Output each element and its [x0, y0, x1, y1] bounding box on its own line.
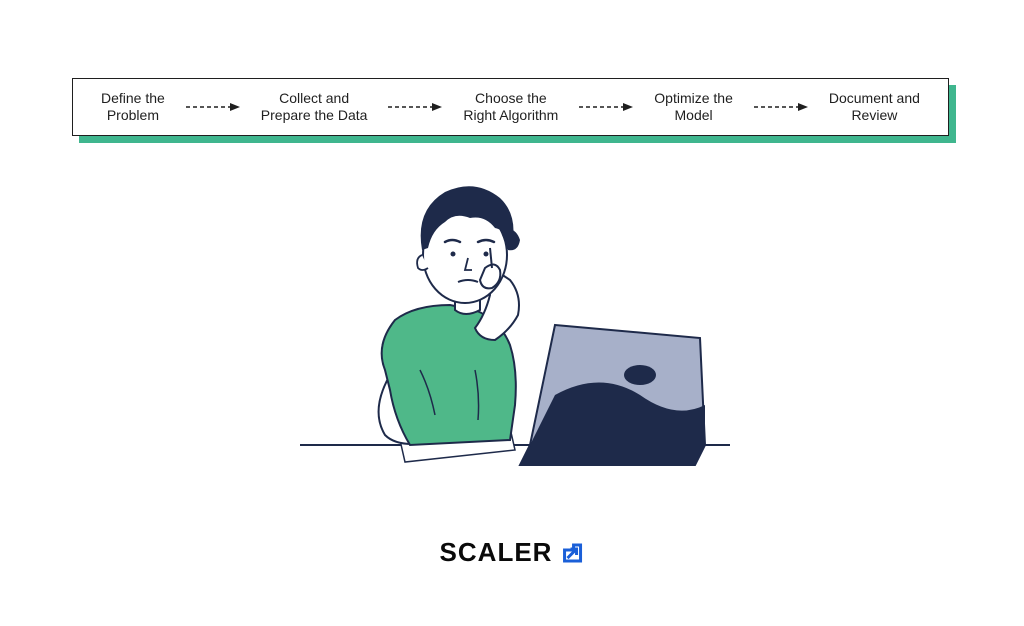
- arrow-icon: [754, 102, 808, 112]
- brand-name: SCALER: [440, 537, 553, 568]
- process-flow: Define the Problem Collect and Prepare t…: [72, 78, 952, 136]
- arrow-icon: [186, 102, 240, 112]
- scaler-logo-icon: [560, 541, 584, 565]
- flow-box: Define the Problem Collect and Prepare t…: [72, 78, 949, 136]
- arrow-icon: [388, 102, 442, 112]
- arrow-icon: [579, 102, 633, 112]
- step-optimize-model: Optimize the Model: [654, 90, 733, 125]
- thinking-person-illustration: [300, 170, 730, 480]
- step-define-problem: Define the Problem: [101, 90, 165, 125]
- brand-logo: SCALER: [440, 537, 585, 568]
- step-choose-algorithm: Choose the Right Algorithm: [463, 90, 558, 125]
- step-document-review: Document and Review: [829, 90, 920, 125]
- step-collect-data: Collect and Prepare the Data: [261, 90, 368, 125]
